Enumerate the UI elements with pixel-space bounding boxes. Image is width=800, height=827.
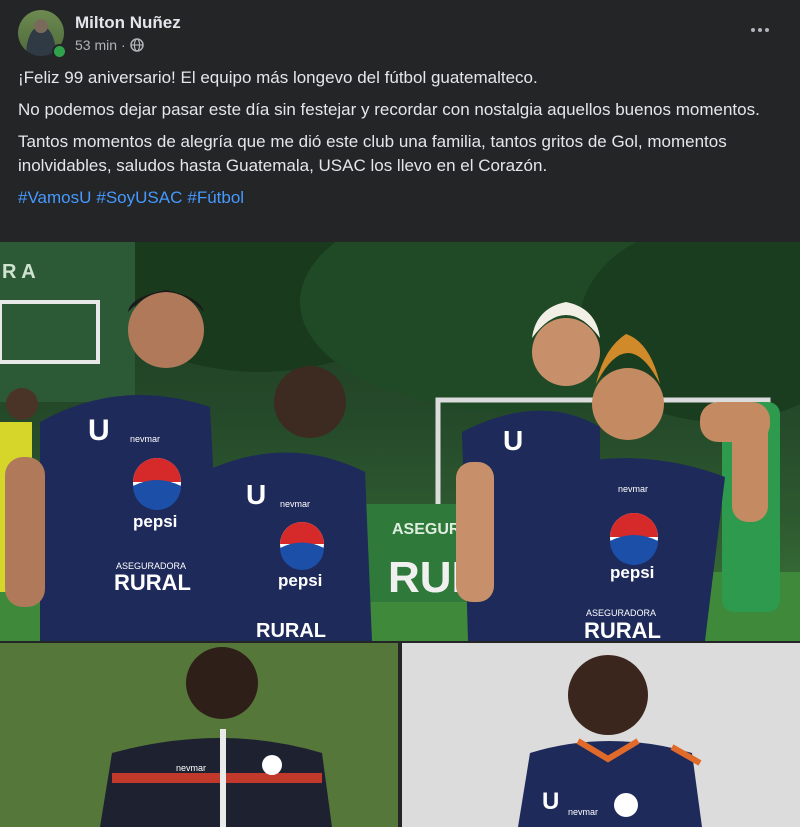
player1-sponsor: pepsi	[133, 512, 177, 531]
player1-sponsor2: RURAL	[114, 570, 191, 595]
player4-sponsor: pepsi	[610, 563, 654, 582]
player4-kit-brand: nevmar	[618, 484, 648, 494]
author-name[interactable]: Milton Nuñez	[75, 13, 181, 33]
photo-bottom-left[interactable]: nevmar	[0, 643, 398, 827]
sub2-kit-brand: nevmar	[568, 807, 598, 817]
player2-sponsor2: RURAL	[256, 620, 326, 641]
player1-kit-brand: nevmar	[130, 434, 160, 444]
meta-separator: ·	[121, 37, 126, 53]
hashtag-list: #VamosU #SoyUSAC #Fútbol	[18, 186, 782, 210]
player3-jersey-letter: U	[503, 425, 523, 456]
post-meta: 53 min ·	[75, 36, 144, 54]
hashtag-futbol[interactable]: #Fútbol	[187, 186, 244, 210]
post-header: Milton Nuñez 53 min ·	[0, 0, 800, 60]
online-status-icon	[52, 44, 67, 59]
more-options-icon[interactable]	[746, 18, 774, 42]
player2-jersey-letter: U	[246, 479, 266, 510]
facebook-post: Milton Nuñez 53 min · ¡Feliz 99 aniversa…	[0, 0, 800, 827]
player2-sponsor: pepsi	[278, 571, 322, 590]
post-text: ¡Feliz 99 aniversario! El equipo más lon…	[18, 66, 782, 210]
player1-jersey-letter: U	[88, 414, 110, 447]
main-photo[interactable]: R A ASEGURA RURA U nevmar pepsi ASEGURAD…	[0, 242, 800, 641]
hashtag-soyusac[interactable]: #SoyUSAC	[96, 186, 182, 210]
player4-sponsor2-small: ASEGURADORA	[586, 608, 656, 618]
photo-bottom-right[interactable]: U nevmar	[402, 643, 800, 827]
sub2-jersey-letter: U	[542, 788, 559, 815]
player4-sponsor2: RURAL	[584, 618, 661, 641]
post-paragraph-3: Tantos momentos de alegría que me dió es…	[18, 132, 727, 175]
player2-kit-brand: nevmar	[280, 499, 310, 509]
hashtag-vamosu[interactable]: #VamosU	[18, 186, 91, 210]
globe-icon[interactable]	[129, 38, 144, 52]
post-paragraph-1: ¡Feliz 99 aniversario! El equipo más lon…	[18, 68, 538, 87]
sub1-kit-brand: nevmar	[176, 763, 206, 773]
post-paragraph-2: No podemos dejar pasar este día sin fest…	[18, 100, 760, 119]
sign-left-text: R A	[2, 261, 36, 283]
post-time[interactable]: 53 min	[75, 37, 117, 53]
